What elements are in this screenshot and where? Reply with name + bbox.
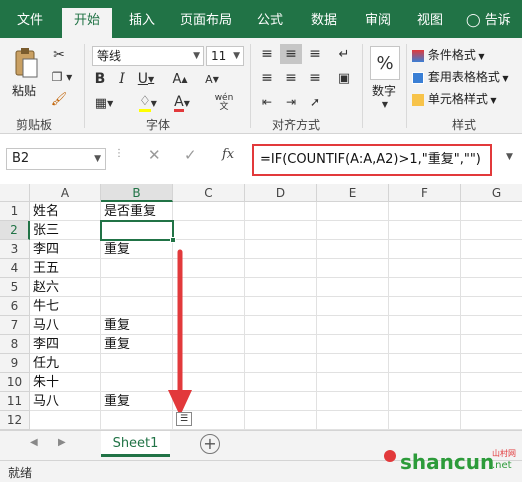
table-icon bbox=[412, 71, 424, 84]
cut-icon[interactable]: ✂ bbox=[50, 46, 68, 64]
divider bbox=[406, 44, 407, 128]
format-as-table-label: 套用表格格式 bbox=[427, 70, 500, 84]
cell-styles-button[interactable]: 单元格样式 ▼ bbox=[412, 90, 497, 108]
scroll-left-icon[interactable]: ◀ bbox=[30, 437, 38, 448]
watermark-logo: shancun .net 山村网 bbox=[384, 446, 522, 482]
merge-center-icon[interactable]: ▣ bbox=[332, 68, 356, 88]
font-size-combo[interactable]: 11 ▼ bbox=[206, 46, 244, 66]
watermark-text: shancun bbox=[400, 450, 495, 474]
cell-styles-label: 单元格样式 bbox=[427, 92, 488, 106]
tab-page-layout[interactable]: 页面布局 bbox=[174, 8, 238, 38]
decrease-indent-icon[interactable]: ⇤ bbox=[256, 92, 278, 112]
tell-me-box[interactable]: ◯ 告诉我 bbox=[466, 8, 522, 54]
name-box-value: B2 bbox=[12, 151, 30, 166]
insert-function-icon[interactable]: fx bbox=[222, 147, 234, 162]
worksheet-grid[interactable]: A B C D E F G 1 姓名 是否重复 2 张三 3 李四 重复 4 王五 5 赵六 6 牛七 7 马… bbox=[0, 184, 522, 430]
ribbon-tab-bar: 文件 开始 插入 页面布局 公式 数据 审阅 视图 ◯ 告诉我 bbox=[0, 0, 522, 54]
align-center-icon[interactable]: ≡ bbox=[280, 68, 302, 88]
name-box[interactable]: B2 ▼ bbox=[6, 148, 106, 170]
align-middle-icon[interactable]: ≡ bbox=[280, 44, 302, 64]
tab-formulas[interactable]: 公式 bbox=[248, 8, 292, 38]
tab-file[interactable]: 文件 bbox=[8, 8, 52, 38]
formula-input[interactable]: =IF(COUNTIF(A:A,A2)>1,"重复","") bbox=[252, 144, 492, 176]
chevron-down-icon: ▼ bbox=[94, 154, 101, 164]
enter-icon[interactable]: ✓ bbox=[184, 146, 197, 164]
font-color-icon[interactable]: A ▼ bbox=[170, 94, 194, 112]
italic-button[interactable]: I bbox=[114, 70, 130, 88]
lightbulb-icon: ◯ bbox=[466, 13, 481, 28]
font-group-label: 字体 bbox=[146, 118, 171, 132]
logo-mark bbox=[384, 450, 396, 462]
fill-down-arrow bbox=[168, 249, 192, 416]
align-left-icon[interactable]: ≡ bbox=[256, 68, 278, 88]
watermark-small: 山村网 bbox=[492, 449, 516, 458]
status-text: 就绪 bbox=[8, 466, 33, 480]
clipboard-group-label: 剪贴板 bbox=[16, 118, 53, 132]
font-grow-icon[interactable]: A ▲ bbox=[166, 70, 194, 88]
alignment-group-label: 对齐方式 bbox=[272, 118, 321, 132]
expand-formula-bar-icon[interactable]: ▼ bbox=[506, 152, 513, 162]
paste-label: 粘贴 bbox=[12, 84, 37, 98]
ribbon-home: 粘贴 ✂ ❐ ▾ 🖌 剪贴板 等线 ▼ 11 ▼ B I U ▼ A ▲ A ▼ ▦ ▼… bbox=[0, 38, 522, 134]
font-shrink-icon[interactable]: A ▼ bbox=[198, 70, 226, 88]
styles-group-label: 样式 bbox=[452, 118, 477, 132]
divider bbox=[84, 44, 85, 128]
chevron-down-icon: ▼ bbox=[193, 51, 200, 61]
format-painter-icon[interactable]: 🖌 bbox=[50, 90, 68, 108]
tab-data[interactable]: 数据 bbox=[302, 8, 346, 38]
borders-icon[interactable]: ▦ ▼ bbox=[92, 94, 116, 112]
font-size-value: 11 bbox=[211, 49, 227, 63]
divider bbox=[250, 44, 251, 128]
divider bbox=[362, 44, 363, 128]
align-top-icon[interactable]: ≡ bbox=[256, 44, 278, 64]
bold-button[interactable]: B bbox=[92, 70, 108, 88]
wrap-text-icon[interactable]: ↵ bbox=[332, 44, 356, 64]
align-bottom-icon[interactable]: ≡ bbox=[304, 44, 326, 64]
add-sheet-button[interactable]: + bbox=[200, 434, 220, 454]
number-group-label: 数字 bbox=[372, 84, 397, 98]
chevron-down-icon[interactable]: ▼ bbox=[378, 98, 392, 110]
font-name-value: 等线 bbox=[97, 49, 122, 63]
clipboard-icon bbox=[15, 48, 38, 78]
align-right-icon[interactable]: ≡ bbox=[304, 68, 326, 88]
sheet-tab-sheet1[interactable]: Sheet1 bbox=[101, 431, 170, 457]
phonetic-guide-icon[interactable]: wén 文 bbox=[210, 92, 238, 114]
copy-icon[interactable]: ❐ ▾ bbox=[48, 68, 76, 86]
conditional-format-label: 条件格式 bbox=[427, 48, 476, 62]
format-as-table-button[interactable]: 套用表格格式 ▼ bbox=[412, 68, 509, 86]
cancel-icon[interactable]: ✕ bbox=[148, 146, 161, 164]
tab-review[interactable]: 审阅 bbox=[356, 8, 400, 38]
scroll-right-icon[interactable]: ▶ bbox=[58, 437, 66, 448]
conditional-format-icon bbox=[412, 49, 424, 62]
increase-indent-icon[interactable]: ⇥ bbox=[280, 92, 302, 112]
font-name-combo[interactable]: 等线 ▼ bbox=[92, 46, 204, 66]
name-box-more-icon[interactable]: ⋮ bbox=[114, 148, 124, 159]
tab-insert[interactable]: 插入 bbox=[120, 8, 164, 38]
tab-home[interactable]: 开始 bbox=[62, 8, 112, 38]
cell-styles-icon bbox=[412, 93, 424, 106]
watermark-tld: .net bbox=[492, 460, 512, 471]
conditional-format-button[interactable]: 条件格式 ▼ bbox=[412, 46, 485, 64]
orientation-icon[interactable]: ➚ bbox=[304, 92, 326, 112]
underline-button[interactable]: U ▼ bbox=[134, 70, 158, 88]
paste-button[interactable] bbox=[10, 46, 40, 80]
tab-view[interactable]: 视图 bbox=[408, 8, 452, 38]
percent-icon[interactable]: % bbox=[370, 46, 400, 80]
chevron-down-icon: ▼ bbox=[233, 51, 240, 61]
fill-color-icon[interactable]: ♢ ▼ bbox=[136, 94, 160, 112]
auto-fill-options-icon[interactable]: ☰ bbox=[176, 412, 192, 426]
